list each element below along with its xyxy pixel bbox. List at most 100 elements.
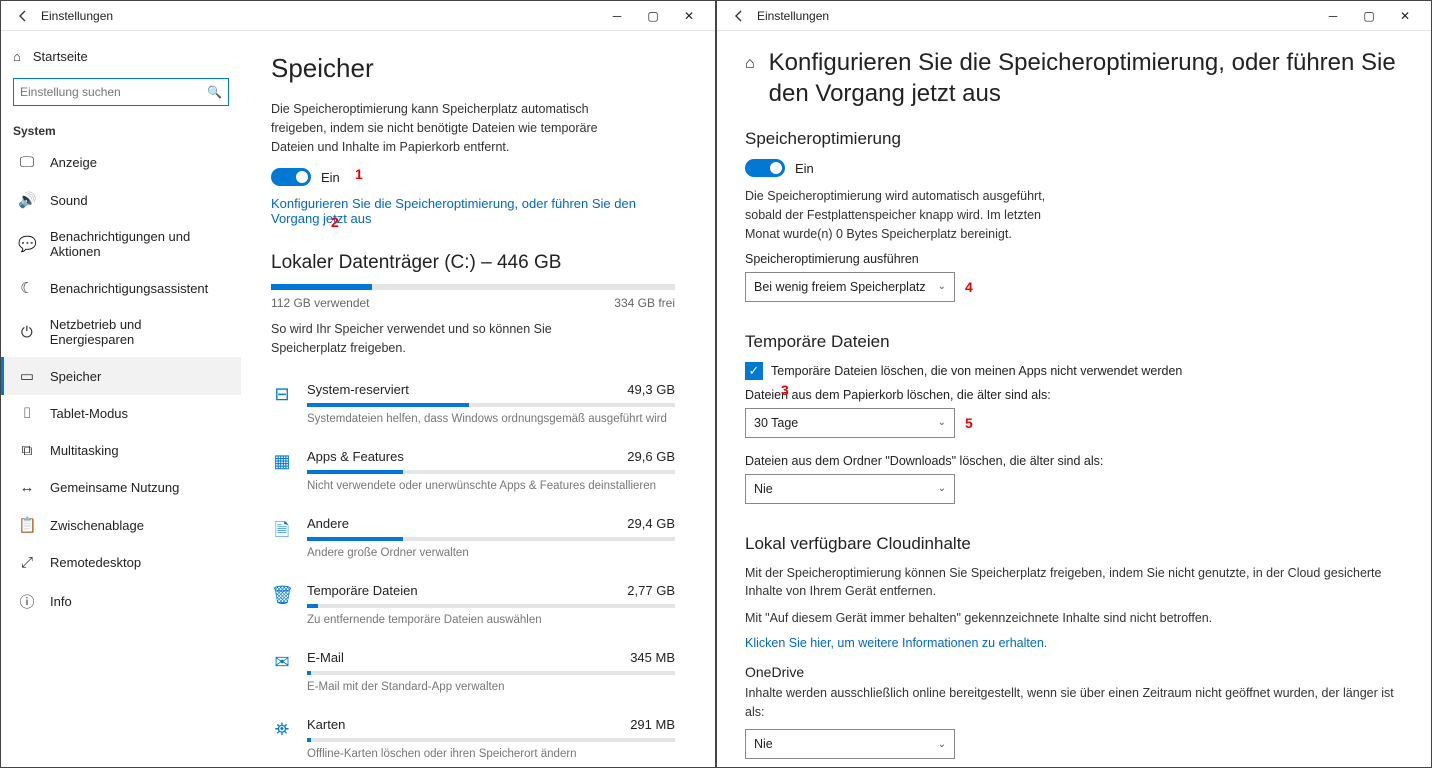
sidebar-item-share[interactable]: ↔Gemeinsame Nutzung [1, 469, 241, 506]
storage-category[interactable]: ✉ E-Mail 345 MB E-Mail mit der Standard-App… [271, 638, 675, 705]
recycle-bin-combo[interactable]: 30 Tage ⌄ [745, 408, 955, 438]
page-description: Die Speicheroptimierung kann Speicherpla… [271, 100, 611, 156]
sidebar-group-header: System [1, 114, 241, 144]
titlebar: Einstellungen ─ ▢ ✕ [1, 1, 715, 31]
remote-icon: ⤢ [18, 554, 36, 571]
clipboard-icon: 📋 [18, 516, 36, 534]
sidebar: ⌂ Startseite 🔍 System 🖵 Anzeige 🔊Sound💬Ben… [1, 31, 241, 767]
sidebar-item-label: Tablet-Modus [50, 406, 128, 421]
category-name: Apps & Features [307, 449, 404, 464]
category-sub: E-Mail mit der Standard-App verwalten [307, 681, 675, 693]
storage-category[interactable]: 🗎 Andere 29,4 GB Andere große Ordner verwal… [271, 504, 675, 571]
search-input[interactable] [20, 85, 207, 99]
downloads-combo[interactable]: Nie ⌄ [745, 474, 955, 504]
home-link[interactable]: ⌂ Startseite [1, 41, 241, 72]
sidebar-item-sound[interactable]: 🔊Sound [1, 181, 241, 219]
sidebar-item-info[interactable]: ⓘInfo [1, 581, 241, 622]
category-size: 29,6 GB [627, 449, 675, 464]
home-icon[interactable]: ⌂ [745, 47, 755, 73]
maximize-button[interactable]: ▢ [1351, 2, 1387, 30]
back-button[interactable] [9, 2, 37, 30]
chevron-down-icon: ⌄ [938, 739, 946, 750]
sidebar-item-focus[interactable]: ☾ Benachrichtigungsassistent [1, 269, 241, 307]
sidebar-item-clipboard[interactable]: 📋Zwischenablage [1, 506, 241, 544]
category-icon: ✉ [271, 650, 293, 673]
category-name: Andere [307, 516, 349, 531]
storage-category[interactable]: ▦Apps & Features29,6 GBNicht verwendete … [271, 437, 675, 504]
cloud-more-info-link[interactable]: Klicken Sie hier, um weitere Information… [745, 636, 1403, 650]
back-button[interactable] [725, 2, 753, 30]
sidebar-item-power[interactable]: ⏻Netzbetrieb und Energiesparen [1, 307, 241, 357]
chevron-down-icon: ⌄ [938, 483, 946, 494]
sidebar-item-storage[interactable]: ▭ Speicher [1, 357, 241, 395]
annotation-1: 1 [355, 166, 363, 182]
category-bar [307, 671, 675, 675]
onedrive-desc: Inhalte werden ausschließlich online ber… [745, 684, 1403, 722]
onedrive-heading: OneDrive [745, 664, 1403, 680]
sidebar-item-label: Benachrichtigungsassistent [50, 281, 208, 296]
settings-window-storage: Einstellungen ─ ▢ ✕ ⌂ Startseite 🔍 Syste… [0, 0, 716, 768]
titlebar: Einstellungen ─ ▢ ✕ [717, 1, 1431, 31]
focus-icon: ☾ [18, 279, 36, 297]
delete-temp-checkbox[interactable]: ✓ [745, 362, 763, 380]
section-cloud: Lokal verfügbare Cloudinhalte [745, 534, 1403, 554]
chevron-down-icon: ⌄ [938, 417, 946, 428]
settings-window-configure: Einstellungen ─ ▢ ✕ ⌂ Konfigurieren Sie … [716, 0, 1432, 768]
close-button[interactable]: ✕ [1387, 2, 1423, 30]
toggle-label: Ein [795, 161, 814, 176]
cloud-desc-2: Mit "Auf diesem Gerät immer behalten" ge… [745, 609, 1403, 628]
sidebar-item-notify[interactable]: 💬Benachrichtigungen und Aktionen [1, 219, 241, 269]
category-name: E-Mail [307, 650, 344, 665]
category-sub: Offline-Karten löschen oder ihren Speich… [307, 748, 675, 760]
sidebar-item-tablet[interactable]: ⌷Tablet-Modus [1, 395, 241, 432]
page-title: Speicher [271, 53, 675, 84]
maximize-button[interactable]: ▢ [635, 2, 671, 30]
category-size: 2,77 GB [627, 583, 675, 598]
run-frequency-label: Speicheroptimierung ausführen [745, 252, 1403, 266]
share-icon: ↔ [18, 479, 36, 496]
storage-category[interactable]: ⊟System-reserviert49,3 GBSystemdateien h… [271, 370, 675, 437]
sidebar-item-label: Remotedesktop [50, 555, 141, 570]
window-title: Einstellungen [757, 9, 829, 23]
minimize-button[interactable]: ─ [1315, 2, 1351, 30]
category-sub: Systemdateien helfen, dass Windows ordnu… [307, 413, 675, 425]
search-icon: 🔍 [207, 85, 222, 99]
category-icon: 🗎 [271, 516, 293, 548]
sidebar-item-display[interactable]: 🖵 Anzeige [1, 144, 241, 181]
configure-storage-sense-link[interactable]: Konfigurieren Sie die Speicheroptimierun… [271, 196, 636, 226]
category-icon: ▦ [271, 449, 293, 472]
section-temp-files: Temporäre Dateien [745, 332, 1403, 352]
disk-used-text: 112 GB verwendet [271, 296, 370, 310]
storage-category[interactable]: 🗑Temporäre Dateien2,77 GBZu entfernende … [271, 571, 675, 638]
category-size: 345 MB [630, 650, 675, 665]
downloads-label: Dateien aus dem Ordner "Downloads" lösch… [745, 454, 1403, 468]
minimize-button[interactable]: ─ [599, 2, 635, 30]
category-sub: Zu entfernende temporäre Dateien auswähl… [307, 614, 675, 626]
category-size: 291 MB [630, 717, 675, 732]
category-bar [307, 470, 675, 474]
cloud-desc-1: Mit der Speicheroptimierung können Sie S… [745, 564, 1403, 602]
sidebar-item-multi[interactable]: ⧉Multitasking [1, 432, 241, 469]
category-size: 29,4 GB [627, 516, 675, 531]
page-title: Konfigurieren Sie die Speicheroptimierun… [769, 47, 1403, 109]
category-icon: ⊟ [271, 382, 293, 405]
display-icon: 🖵 [18, 154, 36, 171]
run-frequency-combo[interactable]: Bei wenig freiem Speicherplatz ⌄ [745, 272, 955, 302]
storage-sense-desc: Die Speicheroptimierung wird automatisch… [745, 187, 1065, 243]
close-button[interactable]: ✕ [671, 2, 707, 30]
storage-icon: ▭ [18, 367, 36, 385]
storage-category[interactable]: ⛯Karten291 MBOffline-Karten löschen oder… [271, 705, 675, 767]
search-box[interactable]: 🔍 [13, 78, 229, 106]
storage-sense-toggle[interactable] [745, 159, 785, 177]
sidebar-item-label: Speicher [50, 369, 101, 384]
category-sub: Andere große Ordner verwalten [307, 547, 675, 559]
category-name: Temporäre Dateien [307, 583, 418, 598]
power-icon: ⏻ [18, 324, 36, 341]
sidebar-item-label: Anzeige [50, 155, 97, 170]
sidebar-item-remote[interactable]: ⤢ Remotedesktop [1, 544, 241, 581]
content-area: ⌂ Konfigurieren Sie die Speicheroptimier… [717, 31, 1431, 767]
storage-sense-toggle[interactable] [271, 168, 311, 186]
onedrive-combo[interactable]: Nie ⌄ [745, 729, 955, 759]
recycle-bin-label: Dateien aus dem Papierkorb löschen, die … [745, 388, 1403, 402]
disk-heading: Lokaler Datenträger (C:) – 446 GB [271, 252, 675, 274]
